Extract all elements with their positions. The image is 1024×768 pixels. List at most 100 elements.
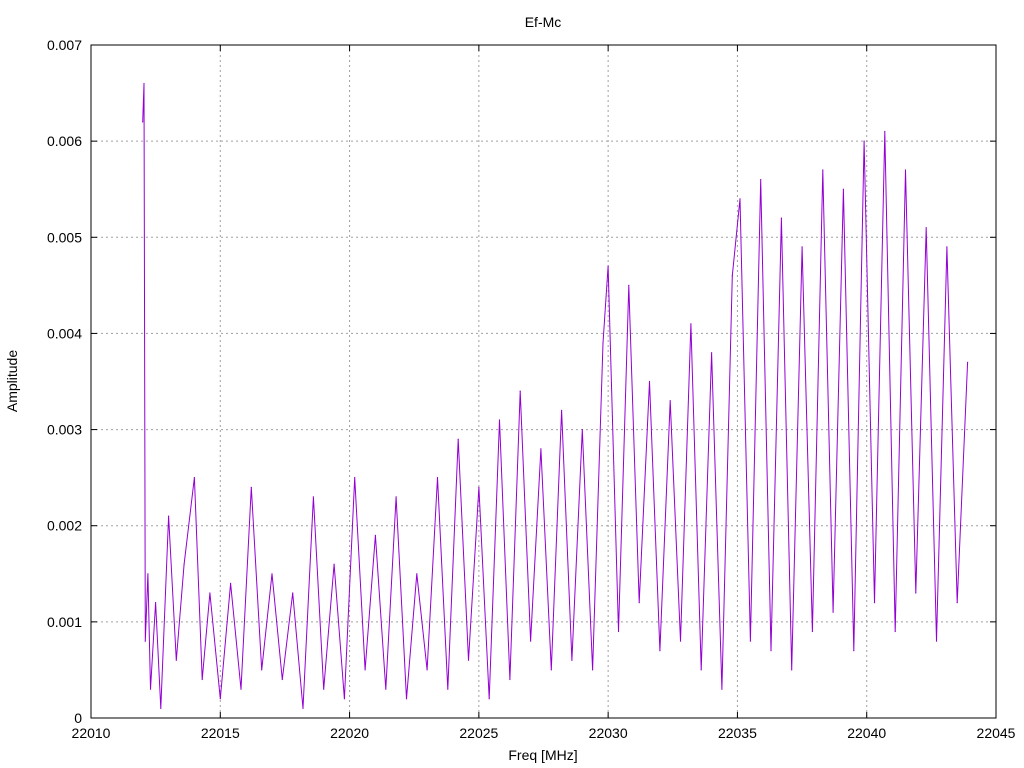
data-point xyxy=(863,140,865,142)
x-tick-label: 22015 xyxy=(201,725,240,741)
data-point xyxy=(617,630,620,633)
data-point xyxy=(395,496,397,498)
data-point xyxy=(519,390,521,392)
x-axis-label: Freq [MHz] xyxy=(508,747,577,763)
y-tick-label: 0.007 xyxy=(47,37,82,53)
data-point xyxy=(343,698,345,700)
y-tick-label: 0.003 xyxy=(47,422,82,438)
data-point xyxy=(904,169,907,171)
data-point xyxy=(791,669,793,671)
grid-lines xyxy=(91,45,996,718)
data-point xyxy=(478,486,480,488)
data-point xyxy=(201,678,203,681)
data-point xyxy=(323,688,325,690)
y-tick-label: 0 xyxy=(74,710,82,726)
data-point xyxy=(669,400,671,402)
data-point xyxy=(894,630,896,633)
data-point xyxy=(873,602,876,604)
data-point xyxy=(842,188,845,190)
y-tick-label: 0.005 xyxy=(47,229,82,245)
data-point xyxy=(364,669,366,671)
y-tick-label: 0.004 xyxy=(47,325,82,341)
data-point xyxy=(193,477,195,479)
x-tick-label: 22030 xyxy=(589,725,628,741)
x-tick-label: 22020 xyxy=(330,725,369,741)
data-point xyxy=(147,573,149,575)
data-point xyxy=(915,592,917,594)
y-axis-label: Amplitude xyxy=(4,350,20,412)
x-tick-label: 22025 xyxy=(459,725,498,741)
data-point xyxy=(561,409,563,411)
data-point xyxy=(219,698,221,700)
data-point xyxy=(571,659,573,661)
series-layer xyxy=(142,82,969,710)
data-point xyxy=(581,429,583,431)
data-point xyxy=(144,640,146,642)
data-point xyxy=(509,678,511,681)
data-point xyxy=(155,602,157,604)
data-point xyxy=(659,650,661,652)
series-line xyxy=(142,83,969,709)
data-point xyxy=(175,659,177,661)
data-point xyxy=(230,582,232,585)
data-point xyxy=(884,130,886,133)
data-point xyxy=(250,486,252,488)
data-point xyxy=(302,707,304,710)
data-point xyxy=(832,611,834,613)
data-point xyxy=(457,438,459,440)
data-point xyxy=(690,323,692,325)
data-point xyxy=(550,669,552,671)
data-point xyxy=(780,217,783,219)
data-point xyxy=(760,179,762,181)
data-point xyxy=(946,246,948,248)
data-point xyxy=(956,602,958,604)
line-chart: 22010 22015 22020 22025 22030 22035 22040 22045… xyxy=(4,14,1016,763)
data-point xyxy=(281,678,283,681)
x-tick-label: 22035 xyxy=(718,725,757,741)
data-point xyxy=(602,342,604,344)
data-point xyxy=(385,688,387,690)
data-point xyxy=(436,477,439,479)
data-point xyxy=(853,650,855,652)
data-point xyxy=(149,688,152,690)
data-point xyxy=(721,688,723,690)
data-point xyxy=(168,515,170,517)
data-point xyxy=(935,640,938,642)
y-tick-label: 0.002 xyxy=(47,518,82,534)
data-point xyxy=(679,640,682,642)
y-tick-labels: 0 0.001 0.002 0.003 0.004 0.005 0.006 0.007 xyxy=(47,37,82,726)
data-point xyxy=(354,477,356,479)
data-point xyxy=(405,698,408,700)
x-tick-labels: 22010 22015 22020 22025 22030 22035 22040 22045 xyxy=(72,725,1016,741)
data-point xyxy=(261,669,263,671)
y-tick-label: 0.006 xyxy=(47,133,82,149)
data-point xyxy=(447,688,449,690)
data-point xyxy=(925,227,927,229)
data-point xyxy=(711,352,713,354)
data-point xyxy=(540,448,542,450)
x-tick-label: 22045 xyxy=(977,725,1016,741)
data-point xyxy=(811,630,814,633)
data-point xyxy=(271,573,273,575)
plot-frame xyxy=(90,44,997,719)
data-point xyxy=(488,698,490,700)
x-tick-label: 22010 xyxy=(72,725,111,741)
data-point xyxy=(292,592,294,594)
data-point xyxy=(312,496,314,498)
data-point xyxy=(426,669,428,671)
data-point xyxy=(749,640,752,642)
data-point xyxy=(240,688,242,690)
data-point xyxy=(183,563,185,565)
data-point xyxy=(739,198,741,200)
data-point xyxy=(416,573,418,575)
data-point xyxy=(770,650,772,652)
data-point xyxy=(628,284,630,286)
data-point xyxy=(592,669,594,671)
axis-ticks xyxy=(90,44,997,719)
data-point xyxy=(333,563,335,565)
x-tick-label: 22040 xyxy=(847,725,886,741)
data-point xyxy=(967,361,969,363)
data-point xyxy=(160,707,162,710)
data-point xyxy=(731,275,733,277)
chart-title: Ef-Mc xyxy=(525,14,562,30)
